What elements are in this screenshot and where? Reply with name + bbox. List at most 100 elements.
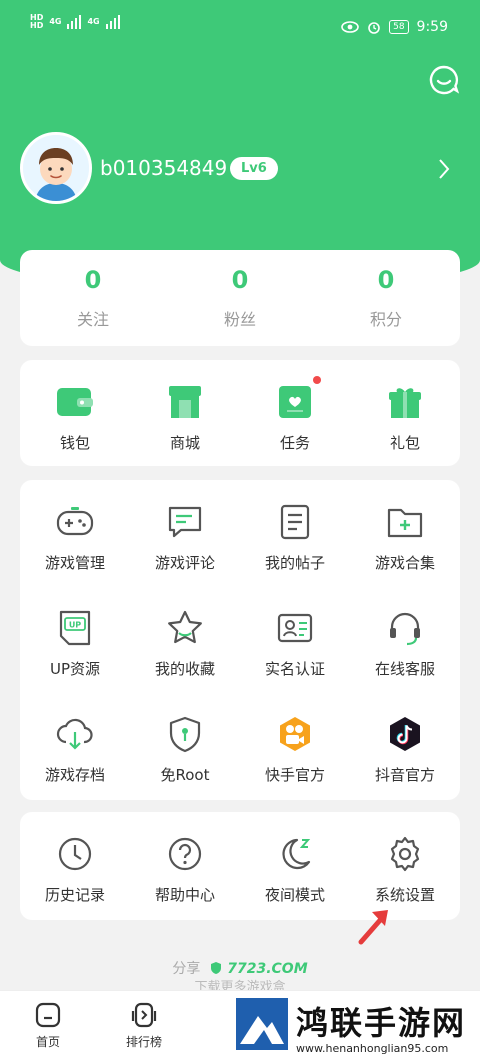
tile-label: 抖音官方 [374,766,435,784]
cloud-download-icon [56,718,93,750]
tile-system-settings[interactable]: 系统设置 [350,834,460,905]
shield-logo-icon [210,962,221,974]
tile-label: 游戏存档 [44,766,105,784]
wallet-icon [57,388,93,416]
stat-value: 0 [231,266,249,294]
tile-no-root[interactable]: 免Root [130,714,240,785]
settings-card: 历史记录 帮助中心 夜间模式 系统设置 [20,812,460,920]
tile-label: 钱包 [59,434,90,452]
home-icon [35,1002,61,1028]
avatar-image [23,135,89,201]
tile-up-resources[interactable]: UP UP资源 [20,608,130,679]
star-icon [168,610,202,644]
watermark-logo [236,998,288,1050]
tile-game-save[interactable]: 游戏存档 [20,714,130,785]
tile-my-posts[interactable]: 我的帖子 [240,502,350,573]
post-icon [280,504,310,540]
share-prefix: 分享 [172,961,201,977]
ranking-icon [131,1002,157,1028]
tile-label: 夜间模式 [264,886,325,904]
stat-fans[interactable]: 0 粉丝 [180,266,300,330]
chat-icon[interactable] [428,64,460,96]
comment-icon [168,506,202,538]
notification-dot [313,376,321,384]
status-bar: HD HD 4G 4G 58 9:59 [0,0,480,58]
signal-icon [105,15,120,29]
stats-card: 0 关注 0 粉丝 0 积分 [20,250,460,346]
kuaishou-icon [280,717,310,751]
clock-icon [58,837,92,871]
features-card: 游戏管理 游戏评论 我的帖子 游戏合集 UP UP资源 我的收藏 实名认证 在线… [20,480,460,800]
alarm-icon [368,22,380,34]
battery-indicator: 58 [389,20,409,34]
tile-shop[interactable]: 商城 [130,382,240,453]
tile-my-favorites[interactable]: 我的收藏 [130,608,240,679]
tab-label: 排行榜 [125,1035,162,1049]
tile-game-comment[interactable]: 游戏评论 [130,502,240,573]
up-icon: UP [59,610,91,646]
tile-wallet[interactable]: 钱包 [20,382,130,453]
tile-label: 免Root [160,766,210,784]
tile-label: 帮助中心 [154,886,215,904]
tile-kuaishou[interactable]: 快手官方 [240,714,350,785]
shield-icon [169,716,201,753]
svg-text:UP: UP [69,621,81,630]
task-icon-wrap [275,376,321,422]
tile-history[interactable]: 历史记录 [20,834,130,905]
share-line[interactable]: 分享 7723.COM [0,958,480,978]
shop-icon [169,386,201,418]
tile-task[interactable]: 任务 [240,376,350,453]
tab-label: 首页 [35,1035,60,1049]
stat-label: 粉丝 [223,310,256,329]
tile-customer-service[interactable]: 在线客服 [350,608,460,679]
tile-label: 我的收藏 [154,660,215,678]
avatar[interactable] [20,132,92,204]
red-arrow-annotation [358,910,388,945]
chevron-right-icon[interactable] [438,158,450,180]
tile-game-manage[interactable]: 游戏管理 [20,502,130,573]
tile-game-collection[interactable]: 游戏合集 [350,502,460,573]
tile-label: 商城 [169,434,200,452]
tile-label: 游戏管理 [44,554,105,572]
network-type: HD HD [30,14,43,30]
stat-value: 0 [377,266,395,294]
stat-value: 0 [84,266,102,294]
gift-icon [389,388,421,418]
id-card-icon [277,613,313,643]
level-badge: Lv6 [230,157,278,180]
tile-label: 历史记录 [44,886,105,904]
help-icon [168,837,202,871]
douyin-icon [390,717,420,751]
tile-label: 游戏评论 [154,554,215,572]
tab-home[interactable]: 首页 [8,1001,88,1050]
stat-label: 关注 [76,310,109,329]
task-icon [279,386,311,418]
username: b010354849 [100,156,228,180]
signal-label-2: 4G [87,17,100,26]
tile-douyin[interactable]: 抖音官方 [350,714,460,785]
tile-help-center[interactable]: 帮助中心 [130,834,240,905]
watermark: 鸿联手游网 www.henanhonglian95.com [232,992,480,1061]
profile-header[interactable]: b010354849 Lv6 [20,132,460,204]
moon-icon [282,838,311,870]
gear-icon [390,836,420,872]
tile-label: 实名认证 [264,660,325,678]
tile-real-name[interactable]: 实名认证 [240,608,350,679]
stat-label: 积分 [369,310,402,329]
headset-icon [390,612,420,646]
tile-label: 游戏合集 [374,554,435,572]
tab-ranking[interactable]: 排行榜 [104,1001,184,1050]
stat-points[interactable]: 0 积分 [326,266,446,330]
tile-night-mode[interactable]: 夜间模式 [240,834,350,905]
signal-label-1: 4G [49,17,62,26]
tile-label: 在线客服 [374,660,435,678]
tile-gift[interactable]: 礼包 [350,382,460,453]
gamepad-icon [56,507,94,536]
tile-label: 系统设置 [374,886,435,904]
network-type-2: HD [30,21,44,30]
tile-label: 快手官方 [264,766,325,784]
stat-following[interactable]: 0 关注 [33,266,153,330]
folder-add-icon [387,508,423,538]
tile-label: UP资源 [49,660,101,678]
eye-icon [341,21,359,33]
